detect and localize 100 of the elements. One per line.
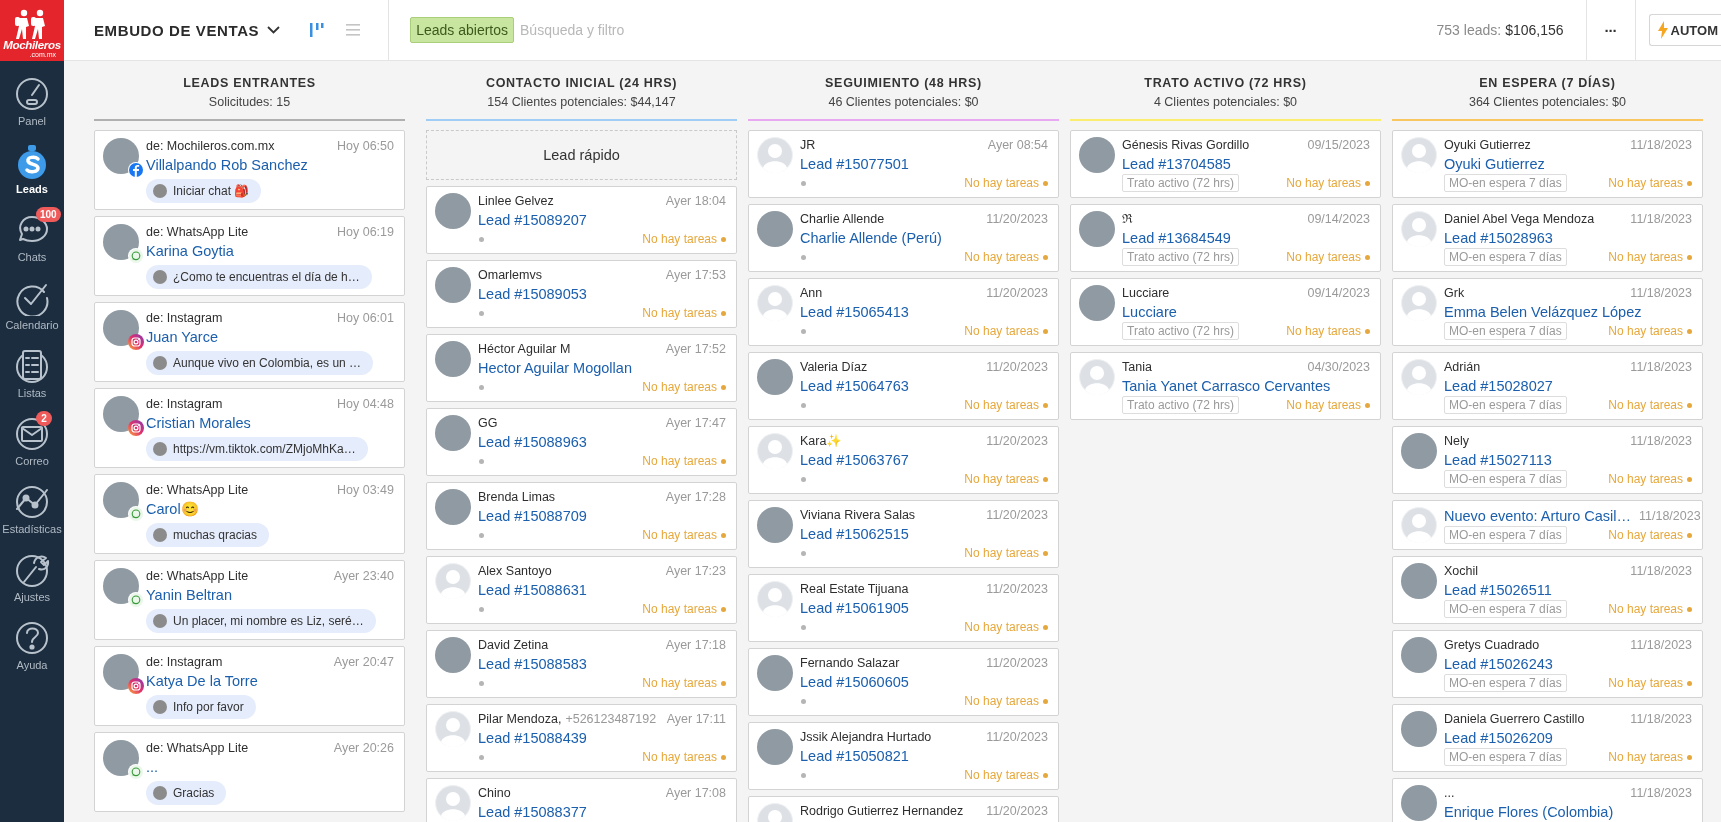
lead-link[interactable]: Lead #15063767	[800, 450, 1048, 470]
lead-card[interactable]: David Zetina Ayer 17:18 Lead #15088583 No hay tareas	[426, 630, 737, 698]
lead-link[interactable]: Lead #15028027	[1444, 376, 1692, 396]
lead-link[interactable]: Lead #15088631	[478, 580, 726, 600]
lead-link[interactable]: Lead #15050821	[800, 746, 1048, 766]
message-preview[interactable]: https://vm.tiktok.com/ZMjoMhKa…	[146, 437, 368, 461]
lead-card[interactable]: de: WhatsApp Lite Hoy 06:19 Karina Goytia ¿Como te encuentras el día de h…	[94, 216, 405, 296]
lead-link[interactable]: Lead #15064763	[800, 376, 1048, 396]
sidebar-item[interactable]: Calendario	[0, 273, 64, 341]
lead-card[interactable]: Daniel Abel Vega Mendoza 11/18/2023 Lead #15028963 MO-en espera 7 días No hay tareas	[1392, 204, 1703, 272]
lead-card[interactable]: Tania 04/30/2023 Tania Yanet Carrasco Cervantes Trato activo (72 hrs) No hay tareas	[1070, 352, 1381, 420]
lead-card[interactable]: Linlee Gelvez Ayer 18:04 Lead #15089207 No hay tareas	[426, 186, 737, 254]
more-button[interactable]: ···	[1604, 21, 1617, 39]
sidebar-item[interactable]: 2 Correo	[0, 409, 64, 477]
lead-link[interactable]: Lead #15088963	[478, 432, 726, 452]
contact-link[interactable]: Yanin Beltran	[146, 585, 394, 605]
contact-link[interactable]: ...	[146, 757, 394, 777]
lead-link[interactable]: Nuevo evento: Arturo Casil…	[1444, 506, 1631, 526]
message-preview[interactable]: Info por favor	[146, 695, 256, 719]
lead-link[interactable]: Hector Aguilar Mogollan	[478, 358, 726, 378]
lead-card[interactable]: Daniela Guerrero Castillo 11/18/2023 Lead #15026209 MO-en espera 7 días No hay tareas	[1392, 704, 1703, 772]
lead-card[interactable]: Real Estate Tijuana 11/20/2023 Lead #15061905 No hay tareas	[748, 574, 1059, 642]
message-preview[interactable]: Iniciar chat 🎒	[146, 179, 262, 203]
lead-link[interactable]: Lead #15077501	[800, 154, 1048, 174]
lead-card[interactable]: Charlie Allende 11/20/2023 Charlie Allende (Perú) No hay tareas	[748, 204, 1059, 272]
lead-card[interactable]: Grk 11/18/2023 Emma Belen Velázquez López MO-en espera 7 días No hay tareas	[1392, 278, 1703, 346]
sidebar-item[interactable]: Estadísticas	[0, 477, 64, 545]
lead-card[interactable]: de: WhatsApp Lite Ayer 23:40 Yanin Beltran Un placer, mi nombre es Liz, seré…	[94, 560, 405, 640]
sidebar-item[interactable]: Ajustes	[0, 545, 64, 613]
lead-link[interactable]: Lead #15026511	[1444, 580, 1692, 600]
search-input[interactable]: Búsqueda y filtro	[518, 21, 822, 39]
sidebar-item[interactable]: 100 Chats	[0, 205, 64, 273]
lead-card[interactable]: de: WhatsApp Lite Hoy 03:49 Carol😊 muchas qracias	[94, 474, 405, 554]
message-preview[interactable]: Gracias	[146, 781, 227, 805]
lead-link[interactable]: Lead #15026209	[1444, 728, 1692, 748]
lead-card[interactable]: Génesis Rivas Gordillo 09/15/2023 Lead #13704585 Trato activo (72 hrs) No hay tareas	[1070, 130, 1381, 198]
message-preview[interactable]: muchas qracias	[146, 523, 270, 547]
lead-card[interactable]: Adrián 11/18/2023 Lead #15028027 MO-en espera 7 días No hay tareas	[1392, 352, 1703, 420]
message-preview[interactable]: Aunque vivo en Colombia, es un …	[146, 351, 374, 375]
lead-card[interactable]: de: Instagram Hoy 06:01 Juan Yarce Aunque vivo en Colombia, es un …	[94, 302, 405, 382]
lead-card[interactable]: Lucciare 09/14/2023 Lucciare Trato activo (72 hrs) No hay tareas	[1070, 278, 1381, 346]
lead-link[interactable]: Lead #15088439	[478, 728, 726, 748]
sidebar-item[interactable]: Leads	[0, 137, 64, 205]
lead-card[interactable]: Chino Ayer 17:08 Lead #15088377	[426, 778, 737, 822]
automate-button[interactable]: AUTOM	[1648, 14, 1721, 46]
lead-card[interactable]: Brenda Limas Ayer 17:28 Lead #15088709 No hay tareas	[426, 482, 737, 550]
lead-card[interactable]: Kara✨ 11/20/2023 Lead #15063767 No hay tareas	[748, 426, 1059, 494]
lead-link[interactable]: Lead #15065413	[800, 302, 1048, 322]
lead-link[interactable]: Lead #15088709	[478, 506, 726, 526]
lead-card[interactable]: JR Ayer 08:54 Lead #15077501 No hay tareas	[748, 130, 1059, 198]
kanban-view-button[interactable]	[308, 20, 327, 40]
lead-card[interactable]: Viviana Rivera Salas 11/20/2023 Lead #15062515 No hay tareas	[748, 500, 1059, 568]
lead-card[interactable]: Oyuki Gutierrez 11/18/2023 Oyuki Gutierrez MO-en espera 7 días No hay tareas	[1392, 130, 1703, 198]
message-preview[interactable]: ¿Como te encuentras el día de h…	[146, 265, 372, 289]
contact-link[interactable]: Karina Goytia	[146, 241, 394, 261]
quick-add-button[interactable]: Lead rápido	[426, 130, 737, 180]
lead-card[interactable]: Nely 11/18/2023 Lead #15027113 MO-en espera 7 días No hay tareas	[1392, 426, 1703, 494]
lead-card[interactable]: Alex Santoyo Ayer 17:23 Lead #15088631 No hay tareas	[426, 556, 737, 624]
filter-tag[interactable]: Leads abiertos	[410, 17, 514, 43]
contact-link[interactable]: Juan Yarce	[146, 327, 394, 347]
lead-link[interactable]: Tania Yanet Carrasco Cervantes	[1122, 376, 1370, 396]
lead-link[interactable]: Lucciare	[1122, 302, 1370, 322]
lead-card[interactable]: Xochil 11/18/2023 Lead #15026511 MO-en espera 7 días No hay tareas	[1392, 556, 1703, 624]
sidebar-item[interactable]: Listas	[0, 341, 64, 409]
lead-card[interactable]: Omarlemvs Ayer 17:53 Lead #15089053 No hay tareas	[426, 260, 737, 328]
lead-link[interactable]: Charlie Allende (Perú)	[800, 228, 1048, 248]
contact-link[interactable]: Cristian Morales	[146, 413, 394, 433]
lead-card[interactable]: Ann 11/20/2023 Lead #15065413 No hay tareas	[748, 278, 1059, 346]
lead-card[interactable]: GG Ayer 17:47 Lead #15088963 No hay tareas	[426, 408, 737, 476]
lead-link[interactable]: Lead #15062515	[800, 524, 1048, 544]
lead-link[interactable]: Lead #15089053	[478, 284, 726, 304]
lead-link[interactable]: Lead #13684549	[1122, 228, 1370, 248]
lead-card[interactable]: Rodrigo Gutierrez Hernandez 11/20/2023	[748, 796, 1059, 822]
lead-card[interactable]: Héctor Aguilar M Ayer 17:52 Hector Aguilar Mogollan No hay tareas	[426, 334, 737, 402]
sidebar-item[interactable]: Ayuda	[0, 613, 64, 681]
contact-link[interactable]: Katya De la Torre	[146, 671, 394, 691]
lead-card[interactable]: de: WhatsApp Lite Ayer 20:26 ... Gracias	[94, 732, 405, 812]
lead-link[interactable]: Lead #15088377	[478, 802, 726, 822]
lead-link[interactable]: Enrique Flores (Colombia)	[1444, 802, 1692, 822]
lead-link[interactable]: Lead #15027113	[1444, 450, 1692, 470]
lead-link[interactable]: Lead #15089207	[478, 210, 726, 230]
lead-link[interactable]: Lead #15028963	[1444, 228, 1692, 248]
lead-card[interactable]: Pilar Mendoza, +526123487192 Ayer 17:11 Lead #15088439 No hay tareas	[426, 704, 737, 772]
lead-card[interactable]: Nuevo evento: Arturo Casil… 11/18/2023 MO-en espera 7 días No hay tareas	[1392, 500, 1703, 550]
lead-link[interactable]: Lead #13704585	[1122, 154, 1370, 174]
lead-card[interactable]: de: Instagram Hoy 04:48 Cristian Morales https://vm.tiktok.com/ZMjoMhKa…	[94, 388, 405, 468]
sidebar-item[interactable]: Panel	[0, 69, 64, 137]
lead-link[interactable]: Oyuki Gutierrez	[1444, 154, 1692, 174]
lead-link[interactable]: Lead #15061905	[800, 598, 1048, 618]
pipeline-dropdown[interactable]: EMBUDO DE VENTAS	[94, 21, 281, 39]
lead-card[interactable]: Fernando Salazar 11/20/2023 Lead #15060605 No hay tareas	[748, 648, 1059, 716]
lead-link[interactable]: Emma Belen Velázquez López	[1444, 302, 1692, 322]
lead-card[interactable]: de: Instagram Ayer 20:47 Katya De la Torre Info por favor	[94, 646, 405, 726]
lead-link[interactable]: Lead #15088583	[478, 654, 726, 674]
contact-link[interactable]: Villalpando Rob Sanchez	[146, 155, 394, 175]
lead-link[interactable]: Lead #15060605	[800, 672, 1048, 692]
lead-card[interactable]: Jssik Alejandra Hurtado 11/20/2023 Lead #15050821 No hay tareas	[748, 722, 1059, 790]
lead-card[interactable]: ℜ 09/14/2023 Lead #13684549 Trato activo (72 hrs) No hay tareas	[1070, 204, 1381, 272]
lead-card[interactable]: ... 11/18/2023 Enrique Flores (Colombia)	[1392, 778, 1703, 822]
lead-card[interactable]: de: Mochileros.com.mx Hoy 06:50 Villalpando Rob Sanchez Iniciar chat 🎒	[94, 130, 405, 210]
